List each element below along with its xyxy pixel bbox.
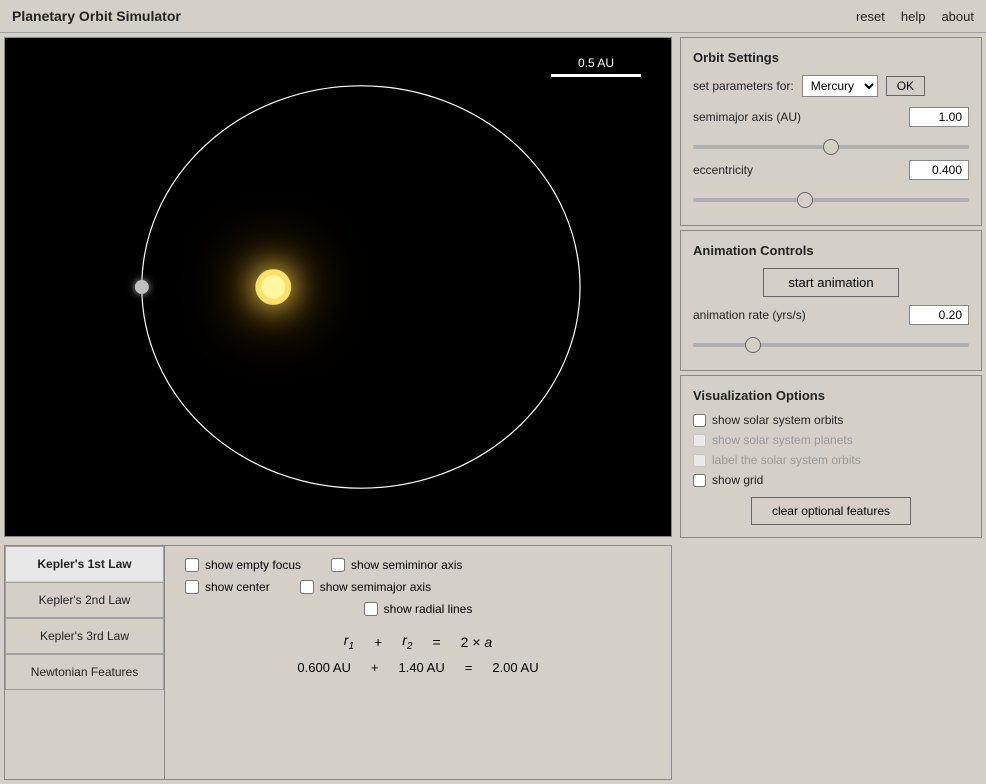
reset-link[interactable]: reset <box>856 9 885 24</box>
val-2a: 2.00 AU <box>492 660 538 675</box>
semimajor-label: semimajor axis (AU) <box>693 110 801 124</box>
tab-kepler2[interactable]: Kepler's 2nd Law <box>5 582 164 618</box>
label-solar-orbits-label: label the solar system orbits <box>712 453 861 467</box>
val-r2: 1.40 AU <box>398 660 444 675</box>
checkbox-row-2: show center show semimajor axis <box>185 580 651 594</box>
left-panel: 0.5 AU <box>0 33 676 784</box>
orbit-settings-title: Orbit Settings <box>693 50 969 65</box>
show-grid-item[interactable]: show grid <box>693 473 969 487</box>
eccentricity-label: eccentricity <box>693 163 753 177</box>
check-center[interactable] <box>185 580 199 594</box>
tab-kepler1[interactable]: Kepler's 1st Law <box>5 546 164 582</box>
rate-slider[interactable] <box>693 343 969 347</box>
kepler1-content: show empty focus show semiminor axis sho… <box>165 546 671 779</box>
formula-eq: = <box>432 634 440 650</box>
show-solar-orbits-item[interactable]: show solar system orbits <box>693 413 969 427</box>
semimajor-row: semimajor axis (AU) <box>693 107 969 127</box>
orbit-settings-panel: Orbit Settings set parameters for: Mercu… <box>680 37 982 226</box>
orbit-ellipse <box>142 86 580 488</box>
kepler-tabs: Kepler's 1st Law Kepler's 2nd Law Kepler… <box>5 546 165 779</box>
eccentricity-slider[interactable] <box>693 198 969 202</box>
val-eq: = <box>465 660 473 675</box>
radial-row: show radial lines <box>185 602 651 616</box>
formula-r1: r1 <box>344 632 354 652</box>
ok-button[interactable]: OK <box>886 76 925 96</box>
semimajor-input[interactable] <box>909 107 969 127</box>
check-semimajor[interactable] <box>300 580 314 594</box>
about-link[interactable]: about <box>941 9 974 24</box>
check-radial[interactable] <box>364 602 378 616</box>
visualization-panel: Visualization Options show solar system … <box>680 375 982 538</box>
check-semiminor[interactable] <box>331 558 345 572</box>
app-title: Planetary Orbit Simulator <box>12 8 181 24</box>
tab-newtonian[interactable]: Newtonian Features <box>5 654 164 690</box>
check-center-item[interactable]: show center <box>185 580 270 594</box>
formula-row: r1 + r2 = 2 × a <box>185 632 651 652</box>
show-solar-planets-check[interactable] <box>693 434 706 447</box>
animation-controls-panel: Animation Controls start animation anima… <box>680 230 982 371</box>
eccentricity-input[interactable] <box>909 160 969 180</box>
check-semimajor-item[interactable]: show semimajor axis <box>300 580 431 594</box>
rate-row: animation rate (yrs/s) <box>693 305 969 325</box>
check-semimajor-label: show semimajor axis <box>320 580 431 594</box>
values-row: 0.600 AU + 1.40 AU = 2.00 AU <box>185 660 651 675</box>
set-params-row: set parameters for: Mercury Venus Earth … <box>693 75 969 97</box>
formula-r2: r2 <box>402 632 412 652</box>
show-solar-orbits-check[interactable] <box>693 414 706 427</box>
show-solar-planets-label: show solar system planets <box>712 433 853 447</box>
semimajor-slider[interactable] <box>693 145 969 149</box>
check-semiminor-item[interactable]: show semiminor axis <box>331 558 462 572</box>
visualization-title: Visualization Options <box>693 388 969 403</box>
planet-select[interactable]: Mercury Venus Earth Mars Jupiter Saturn … <box>802 75 878 97</box>
formula-2xa: 2 × a <box>461 634 493 650</box>
check-semiminor-label: show semiminor axis <box>351 558 462 572</box>
val-plus: + <box>371 660 379 675</box>
clear-features-button[interactable]: clear optional features <box>751 497 911 525</box>
checkbox-row-1: show empty focus show semiminor axis <box>185 558 651 572</box>
right-panel: Orbit Settings set parameters for: Mercu… <box>676 33 986 784</box>
check-radial-item[interactable]: show radial lines <box>364 602 473 616</box>
simulation-canvas: 0.5 AU <box>4 37 672 537</box>
tab-kepler3[interactable]: Kepler's 3rd Law <box>5 618 164 654</box>
check-empty-focus-label: show empty focus <box>205 558 301 572</box>
check-empty-focus[interactable] <box>185 558 199 572</box>
check-empty-focus-item[interactable]: show empty focus <box>185 558 301 572</box>
title-bar: Planetary Orbit Simulator reset help abo… <box>0 0 986 33</box>
show-grid-label: show grid <box>712 473 763 487</box>
start-animation-button[interactable]: start animation <box>763 268 898 297</box>
label-solar-orbits-check[interactable] <box>693 454 706 467</box>
sun-core <box>261 275 285 299</box>
bottom-panel: Kepler's 1st Law Kepler's 2nd Law Kepler… <box>4 545 672 780</box>
main-area: 0.5 AU <box>0 33 986 784</box>
eccentricity-slider-container <box>693 186 969 213</box>
rate-label: animation rate (yrs/s) <box>693 308 806 322</box>
show-grid-check[interactable] <box>693 474 706 487</box>
check-center-label: show center <box>205 580 270 594</box>
semimajor-slider-container <box>693 133 969 160</box>
eccentricity-row: eccentricity <box>693 160 969 180</box>
rate-input[interactable] <box>909 305 969 325</box>
show-solar-planets-item[interactable]: show solar system planets <box>693 433 969 447</box>
viz-options: show solar system orbits show solar syst… <box>693 413 969 487</box>
planet <box>135 280 149 294</box>
set-params-label: set parameters for: <box>693 79 794 93</box>
check-radial-label: show radial lines <box>384 602 473 616</box>
nav-links: reset help about <box>856 9 974 24</box>
animation-controls-title: Animation Controls <box>693 243 969 258</box>
label-solar-orbits-item[interactable]: label the solar system orbits <box>693 453 969 467</box>
rate-slider-container <box>693 331 969 358</box>
formula-plus: + <box>374 634 382 650</box>
help-link[interactable]: help <box>901 9 926 24</box>
show-solar-orbits-label: show solar system orbits <box>712 413 843 427</box>
val-r1: 0.600 AU <box>297 660 351 675</box>
orbit-svg <box>5 38 671 536</box>
